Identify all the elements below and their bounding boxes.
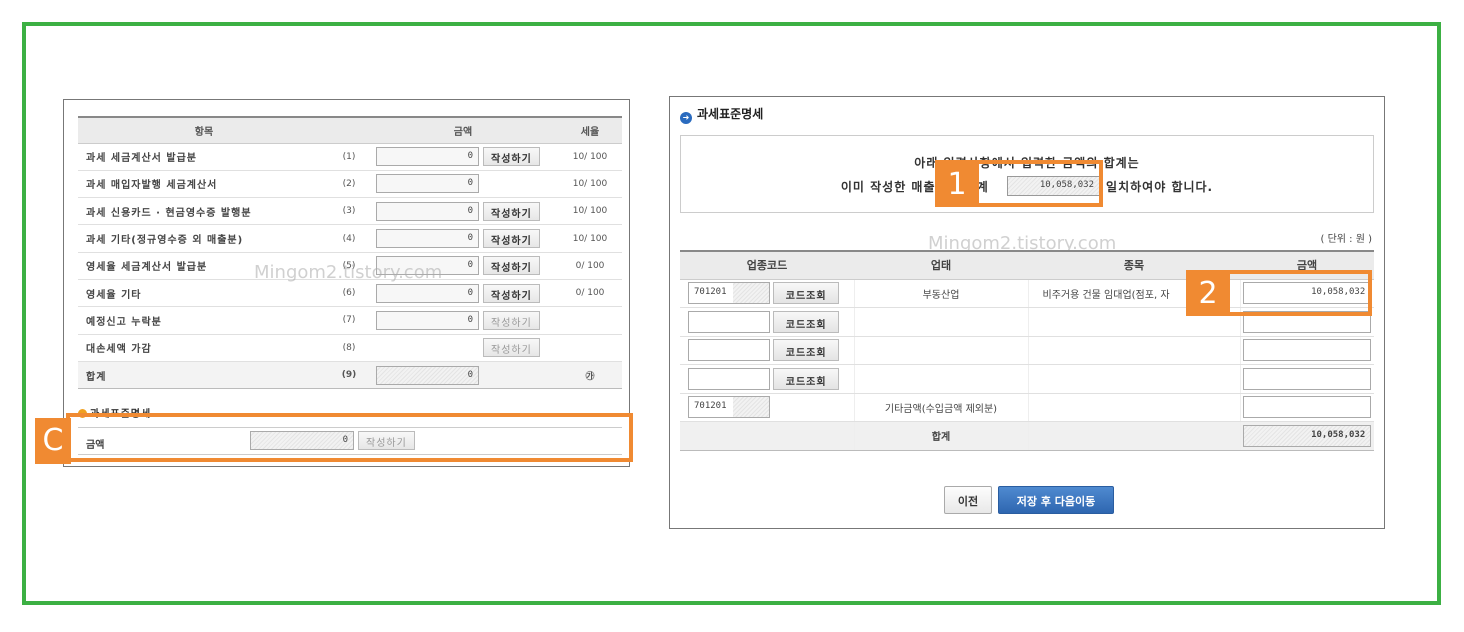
panel-title: ➜ 과세표준명세 (680, 105, 763, 124)
header-amount: 금액 (368, 116, 558, 144)
industry-code-field[interactable]: 701201 (688, 396, 770, 419)
item-label: 합계 (78, 361, 330, 390)
write-button[interactable]: 작성하기 (483, 338, 540, 358)
row-number: (8) (330, 334, 368, 362)
tax-rate: 0/ 100 (575, 288, 605, 299)
sales-table: 항목 금액 세율 과세 세금계산서 발급분 (1) 0 작성하기 10/ 100 과세 매… (78, 116, 622, 390)
code-lookup-button[interactable]: 코드조회 (773, 339, 840, 362)
tax-rate: 10/ 100 (572, 178, 608, 189)
callout-2-label: 2 (1186, 272, 1230, 316)
row-number: (3) (330, 197, 368, 226)
save-next-button[interactable]: 저장 후 다음이동 (998, 486, 1114, 514)
table-row: 합계 (9) 0 ㉮ (78, 361, 622, 390)
item-label: 과세 기타(정규영수증 외 매출분) (78, 224, 330, 253)
tax-rate: 10/ 100 (572, 151, 608, 162)
callout-c-box (66, 413, 633, 462)
item-label: 과세 신용카드 · 현금영수증 발행분 (78, 197, 330, 226)
industry-code-field[interactable] (688, 339, 770, 362)
amount-field[interactable]: 0 (376, 283, 479, 303)
write-button[interactable]: 작성하기 (483, 283, 540, 303)
total-amount-field: 10,058,032 (1243, 424, 1372, 447)
amount-field[interactable]: 0 (376, 310, 479, 330)
item-label: 영세율 세금계산서 발급분 (78, 252, 330, 280)
row-number: (9) (330, 361, 368, 390)
amount-field[interactable]: 0 (376, 229, 479, 249)
row-number: (2) (330, 170, 368, 199)
business-type: 기타금액(수입금액 제외분) (854, 393, 1029, 422)
row-number: (6) (330, 279, 368, 308)
total-label: 합계 (854, 421, 1029, 451)
tax-rate: 0/ 100 (575, 260, 605, 271)
industry-code-field[interactable] (688, 310, 770, 333)
business-type: 부동산업 (854, 279, 1029, 308)
tax-rate: 10/ 100 (572, 206, 608, 217)
write-button[interactable]: 작성하기 (483, 147, 540, 167)
business-item (1028, 336, 1241, 365)
item-label: 과세 매입자발행 세금계산서 (78, 170, 330, 199)
callout-1-label: 1 (935, 163, 979, 207)
table-row: 과세 신용카드 · 현금영수증 발행분 (3) 0 작성하기 10/ 100 (78, 197, 622, 226)
tax-rate: 10/ 100 (572, 233, 608, 244)
amount-field[interactable]: 0 (376, 256, 479, 276)
row-number: (4) (330, 224, 368, 253)
table-row: 코드조회 (680, 364, 1374, 394)
unit-label: ( 단위 : 원 ) (1320, 234, 1373, 245)
table-row: 과세 세금계산서 발급분 (1) 0 작성하기 10/ 100 (78, 143, 622, 171)
total-row: 합계 10,058,032 (680, 421, 1374, 451)
header-rate: 세율 (558, 116, 622, 144)
total-symbol: ㉮ (585, 371, 595, 382)
business-type (854, 336, 1029, 365)
table-row: 영세율 세금계산서 발급분 (5) 0 작성하기 0/ 100 (78, 252, 622, 280)
industry-code-field[interactable]: 701201 (688, 282, 770, 305)
table-row: 예정신고 누락분 (7) 0 작성하기 (78, 306, 622, 335)
amount-field[interactable]: 0 (376, 174, 479, 194)
row-number: (7) (330, 306, 368, 335)
amount-field[interactable]: 0 (376, 365, 479, 385)
row-number: (1) (330, 143, 368, 171)
amount-field[interactable] (1243, 367, 1372, 390)
business-type (854, 307, 1029, 337)
write-button[interactable]: 작성하기 (483, 201, 540, 221)
write-button[interactable]: 작성하기 (483, 310, 540, 330)
table-row: 영세율 기타 (6) 0 작성하기 0/ 100 (78, 279, 622, 308)
header-item: 항목 (78, 116, 330, 144)
item-label: 영세율 기타 (78, 279, 330, 308)
code-lookup-button[interactable]: 코드조회 (773, 282, 840, 305)
table-row: 코드조회 (680, 336, 1374, 365)
prev-button[interactable]: 이전 (944, 486, 992, 514)
table-row: 과세 기타(정규영수증 외 매출분) (4) 0 작성하기 10/ 100 (78, 224, 622, 253)
item-label: 예정신고 누락분 (78, 306, 330, 335)
table-row: 대손세액 가감 (8) 작성하기 (78, 334, 622, 362)
code-lookup-button[interactable]: 코드조회 (773, 310, 840, 333)
write-button[interactable]: 작성하기 (483, 256, 540, 276)
write-button[interactable]: 작성하기 (483, 229, 540, 249)
item-label: 대손세액 가감 (78, 334, 330, 362)
amount-field[interactable]: 0 (376, 147, 479, 167)
table-row: 과세 매입자발행 세금계산서 (2) 0 10/ 100 (78, 170, 622, 199)
callout-c-label: C (35, 418, 71, 464)
row-number: (5) (330, 252, 368, 280)
business-item (1028, 393, 1241, 422)
amount-field[interactable] (1243, 339, 1372, 362)
business-type (854, 364, 1029, 394)
header-code: 업종코드 (680, 250, 854, 280)
header-business: 업태 (854, 250, 1028, 280)
amount-field[interactable]: 0 (376, 201, 479, 221)
sales-summary-panel: 항목 금액 세율 과세 세금계산서 발급분 (1) 0 작성하기 10/ 100 과세 매… (63, 99, 630, 467)
code-lookup-button[interactable]: 코드조회 (773, 367, 840, 390)
amount-field[interactable] (1243, 396, 1372, 419)
industry-code-field[interactable] (688, 367, 770, 390)
item-label: 과세 세금계산서 발급분 (78, 143, 330, 171)
table-row: 701201 기타금액(수입금액 제외분) (680, 393, 1374, 422)
arrow-circle-icon: ➜ (680, 112, 692, 124)
business-item (1028, 364, 1241, 394)
